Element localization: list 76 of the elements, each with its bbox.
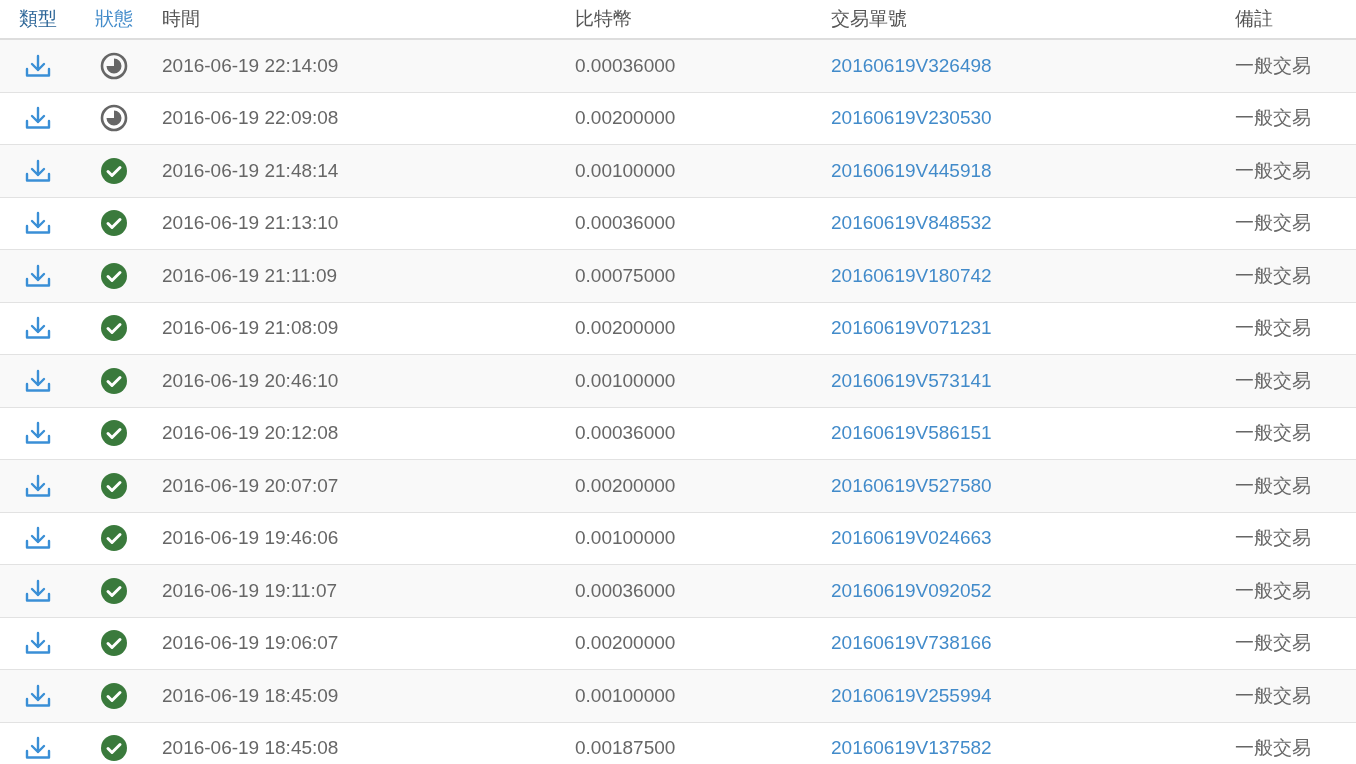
timestamp: 2016-06-19 21:13:10 <box>162 212 339 235</box>
remark-text: 一般交易 <box>1235 106 1311 131</box>
timestamp: 2016-06-19 21:08:09 <box>162 317 339 340</box>
remark-text: 一般交易 <box>1235 53 1311 78</box>
transaction-id-link[interactable]: 20160619V230530 <box>831 107 992 130</box>
transaction-id-link[interactable]: 20160619V848532 <box>831 212 992 235</box>
timestamp: 2016-06-19 20:46:10 <box>162 369 339 392</box>
transaction-id-link[interactable]: 20160619V326498 <box>831 54 992 77</box>
remark-text: 一般交易 <box>1235 158 1311 183</box>
timestamp: 2016-06-19 21:11:09 <box>162 264 338 287</box>
timestamp: 2016-06-19 18:45:09 <box>162 684 339 707</box>
remark-text: 一般交易 <box>1235 211 1311 236</box>
timestamp: 2016-06-19 20:12:08 <box>162 422 339 445</box>
timestamp: 2016-06-19 22:14:09 <box>162 54 339 77</box>
download-icon <box>24 526 51 551</box>
bitcoin-amount: 0.00100000 <box>575 369 676 392</box>
bitcoin-amount: 0.00100000 <box>575 684 676 707</box>
download-icon <box>24 158 51 183</box>
bitcoin-amount: 0.00036000 <box>575 54 676 77</box>
bitcoin-amount: 0.00100000 <box>575 159 676 182</box>
download-icon <box>24 473 51 498</box>
transaction-id-link[interactable]: 20160619V255994 <box>831 684 992 707</box>
download-icon <box>24 683 51 708</box>
bitcoin-amount: 0.00036000 <box>575 212 676 235</box>
bitcoin-amount: 0.00100000 <box>575 527 676 550</box>
column-header: 時間 <box>162 7 200 31</box>
timestamp: 2016-06-19 19:46:06 <box>162 527 339 550</box>
timestamp: 2016-06-19 19:11:07 <box>162 579 338 602</box>
timestamp: 2016-06-19 22:09:08 <box>162 107 339 130</box>
transaction-id-link[interactable]: 20160619V573141 <box>831 369 992 392</box>
download-icon <box>24 368 51 393</box>
download-icon <box>24 53 51 78</box>
column-header: 備註 <box>1235 7 1273 31</box>
remark-text: 一般交易 <box>1235 368 1311 393</box>
remark-text: 一般交易 <box>1235 736 1311 761</box>
remark-text: 一般交易 <box>1235 683 1311 708</box>
download-icon <box>24 106 51 131</box>
transaction-id-link[interactable]: 20160619V180742 <box>831 264 992 287</box>
timestamp: 2016-06-19 20:07:07 <box>162 474 339 497</box>
column-sort-link[interactable]: 類型 <box>18 6 57 32</box>
remark-text: 一般交易 <box>1235 631 1311 656</box>
transaction-id-link[interactable]: 20160619V445918 <box>831 159 992 182</box>
download-icon <box>24 736 51 761</box>
bitcoin-amount: 0.00036000 <box>575 579 676 602</box>
download-icon <box>24 421 51 446</box>
bitcoin-amount: 0.00036000 <box>575 422 676 445</box>
bitcoin-amount: 0.00075000 <box>575 264 676 287</box>
remark-text: 一般交易 <box>1235 263 1311 288</box>
transaction-id-link[interactable]: 20160619V586151 <box>831 422 992 445</box>
bitcoin-amount: 0.00200000 <box>575 632 676 655</box>
download-icon <box>24 211 51 236</box>
transaction-id-link[interactable]: 20160619V024663 <box>831 527 992 550</box>
bitcoin-amount: 0.00200000 <box>575 107 676 130</box>
download-icon <box>24 631 51 656</box>
transaction-id-link[interactable]: 20160619V527580 <box>831 474 992 497</box>
remark-text: 一般交易 <box>1235 316 1311 341</box>
download-icon <box>24 263 51 288</box>
column-sort-link[interactable]: 狀態 <box>94 6 133 32</box>
timestamp: 2016-06-19 18:45:08 <box>162 737 339 760</box>
timestamp: 2016-06-19 21:48:14 <box>162 159 339 182</box>
download-icon <box>24 578 51 603</box>
transaction-id-link[interactable]: 20160619V738166 <box>831 632 992 655</box>
remark-text: 一般交易 <box>1235 578 1311 603</box>
bitcoin-amount: 0.00200000 <box>575 474 676 497</box>
download-icon <box>24 316 51 341</box>
column-header: 交易單號 <box>831 7 907 31</box>
transaction-id-link[interactable]: 20160619V071231 <box>831 317 992 340</box>
transaction-id-link[interactable]: 20160619V092052 <box>831 579 992 602</box>
timestamp: 2016-06-19 19:06:07 <box>162 632 339 655</box>
remark-text: 一般交易 <box>1235 526 1311 551</box>
remark-text: 一般交易 <box>1235 421 1311 446</box>
bitcoin-amount: 0.00200000 <box>575 317 676 340</box>
remark-text: 一般交易 <box>1235 473 1311 498</box>
bitcoin-amount: 0.00187500 <box>575 737 676 760</box>
column-header: 比特幣 <box>575 7 632 31</box>
transaction-id-link[interactable]: 20160619V137582 <box>831 737 992 760</box>
